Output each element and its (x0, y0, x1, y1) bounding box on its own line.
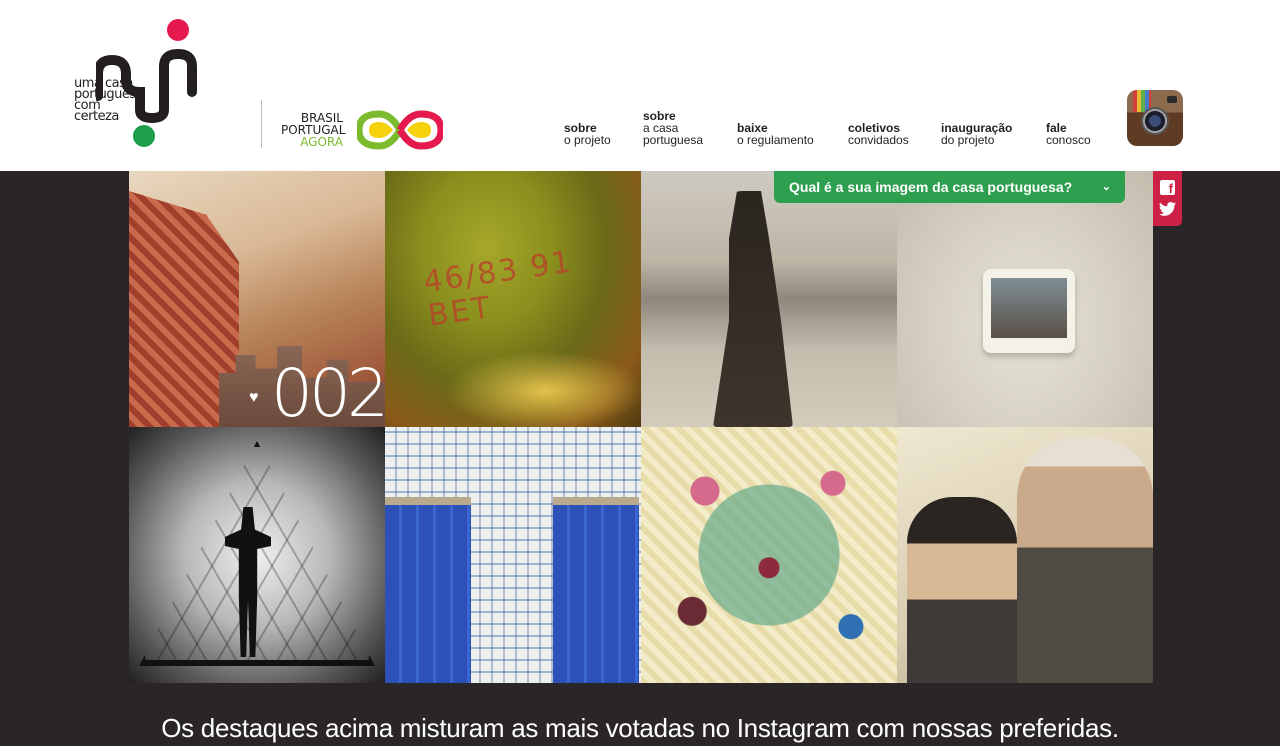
heart-icon: ♥ (249, 389, 259, 406)
photo-tile[interactable] (385, 427, 641, 683)
tile-scrawl: 46/83 91 BET (421, 244, 575, 334)
grid-caption: Os destaques acima misturam as mais vota… (161, 713, 1119, 743)
nav-inauguracao[interactable]: inauguração do projeto (941, 122, 1012, 146)
nav-sublabel: o regulamento (737, 133, 814, 147)
photo-tile[interactable] (897, 427, 1153, 683)
site-header: uma casa portuguesa com certeza BRASIL P… (0, 0, 1280, 171)
photo-tile-featured[interactable]: ♥ 002 (129, 171, 385, 427)
nav-coletivos[interactable]: coletivos convidados (848, 122, 909, 146)
nav-sublabel: o projeto (564, 133, 611, 147)
tile-portrait-man (1017, 437, 1153, 683)
nav-sublabel-2: portuguesa (643, 133, 704, 147)
tile-frame (983, 269, 1075, 353)
nav-baixe-regulamento[interactable]: baixe o regulamento (737, 122, 814, 146)
photo-tile[interactable] (641, 171, 897, 427)
tile-door (385, 497, 471, 683)
tile-door (553, 497, 639, 683)
image-question-dropdown[interactable]: Qual é a sua imagem da casa portuguesa? … (774, 171, 1125, 203)
logo-wordmark: uma casa portuguesa com certeza (74, 77, 144, 124)
tile-figure (713, 191, 793, 427)
twitter-icon[interactable] (1159, 201, 1177, 217)
photo-tile[interactable] (641, 427, 897, 683)
nav-sobre-projeto[interactable]: sobre o projeto (564, 122, 611, 146)
instagram-icon[interactable] (1127, 90, 1183, 146)
nav-sublabel: conosco (1046, 133, 1091, 147)
photo-tile[interactable]: 46/83 91 BET (385, 171, 641, 427)
facebook-icon[interactable]: f (1160, 180, 1175, 196)
tile-photo (991, 278, 1067, 338)
instagram-flash (1167, 96, 1177, 103)
photo-grid: ♥ 002 46/83 91 BET (129, 171, 1153, 683)
question-label: Qual é a sua imagem da casa portuguesa? (789, 179, 1073, 195)
nav-sublabel: convidados (848, 133, 909, 147)
partner-line-3: AGORA (300, 135, 343, 149)
social-bar: f (1153, 171, 1182, 226)
chevron-down-icon: ⌄ (1101, 181, 1111, 193)
nav-sobre-casa[interactable]: sobre a casa portuguesa (643, 110, 703, 146)
logo-divider (261, 100, 262, 148)
instagram-lens (1141, 107, 1169, 135)
nav-fale-conosco[interactable]: fale conosco (1046, 122, 1091, 146)
tile-glow (445, 351, 641, 427)
logo-line-4: certeza (74, 109, 119, 124)
nav-sublabel: do projeto (941, 133, 995, 147)
photo-tile[interactable] (897, 171, 1153, 427)
photo-tile[interactable] (129, 427, 385, 683)
brasil-portugal-infinity-logo[interactable] (357, 108, 443, 152)
featured-counter: 002 (271, 355, 385, 427)
tile-portrait-boy (907, 497, 1017, 683)
partner-wordmark: BRASIL PORTUGAL AGORA (281, 112, 345, 149)
